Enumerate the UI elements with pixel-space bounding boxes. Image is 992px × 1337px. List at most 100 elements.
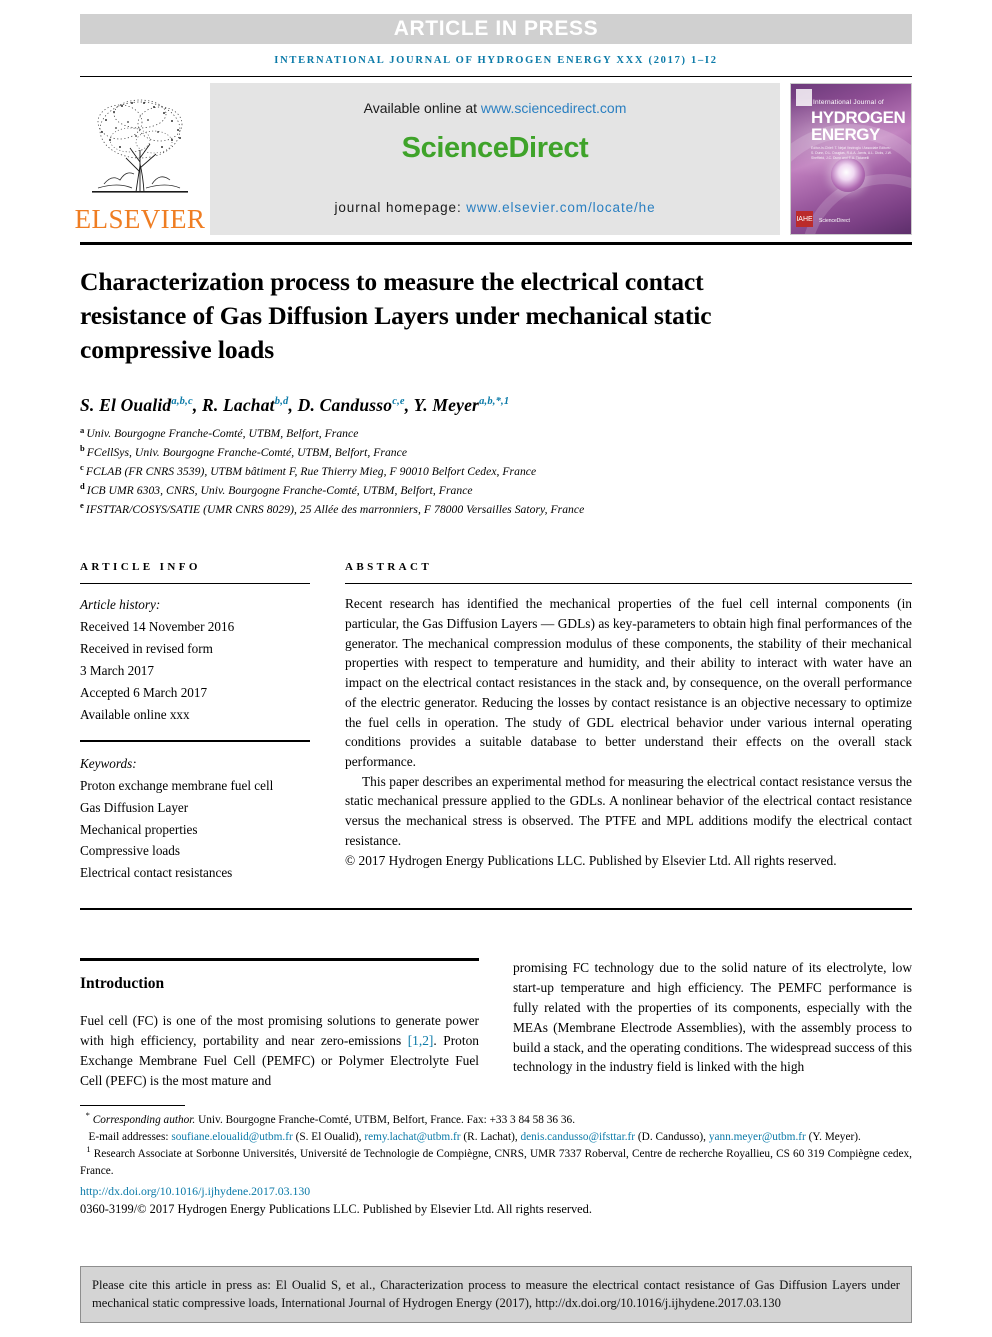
email-owner: (S. El Oualid), [292,1131,365,1144]
affiliation-item: e IFSTTAR/COSYS/SATIE (UMR CNRS 8029), 25… [80,500,912,520]
masthead-bottom-rule [80,242,912,245]
masthead: ELSEVIER Available online at www.science… [75,83,912,235]
email-link[interactable]: denis.candusso@ifsttar.fr [521,1131,636,1143]
author-affil-marks: a,b,c [171,396,193,408]
author-separator: , [288,395,298,416]
sciencedirect-url-link[interactable]: www.sciencedirect.com [481,100,627,116]
affiliation-text: FCellSys, Univ. Bourgogne Franche-Comté,… [86,446,408,460]
article-in-press-label: ARTICLE IN PRESS [393,17,599,40]
footnote-block: * Corresponding author. Univ. Bourgogne … [80,1105,912,1217]
author-separator: , [192,395,202,416]
author-separator: , [404,395,414,416]
affiliation-mark: d [80,480,85,491]
corresponding-author-text: Univ. Bourgogne Franche-Comté, UTBM, Bel… [195,1114,576,1127]
affiliation-item: c FCLAB (FR CNRS 3539), UTBM bâtiment F, … [80,463,912,482]
cover-title-hydrogen: HYDROGEN [811,108,906,127]
email-addresses-label: E-mail addresses: [88,1131,172,1144]
keyword-item: Electrical contact resistances [80,865,233,881]
affiliation-item: d ICB UMR 6303, CNRS, Univ. Bourgogne Fra… [80,482,912,501]
keyword-item: Mechanical properties [80,821,198,837]
author-name: D. Candusso [297,395,393,416]
article-info-heading: ARTICLE INFO [80,561,201,574]
cover-journal-prefix: International Journal of [813,99,884,106]
article-history-item: Available online xxx [80,706,190,722]
elsevier-logo: ELSEVIER [75,83,205,235]
author-affil-marks: c,e [392,396,405,408]
elsevier-wordmark: ELSEVIER [74,204,206,234]
email-link[interactable]: yann.meyer@utbm.fr [709,1131,806,1143]
author-name: Y. Meyer [413,395,480,416]
article-info-rule [80,583,310,585]
page-title: Characterization process to measure the … [80,267,712,365]
affiliation-text: Univ. Bourgogne Franche-Comté, UTBM, Bel… [86,427,359,441]
keyword-item: Gas Diffusion Layer [80,799,189,815]
keywords-label: Keywords: [80,755,137,771]
sciencedirect-box: Available online at www.sciencedirect.co… [210,83,780,235]
article-in-press-banner: ARTICLE IN PRESS [80,14,912,44]
body-columns: Introduction Fuel cell (FC) is one of th… [80,958,912,1090]
affiliation-text: ICB UMR 6303, CNRS, Univ. Bourgogne Fran… [86,483,473,497]
abstract-body: Recent research has identified the mecha… [345,594,912,870]
body-right-column: promising FC technology due to the solid… [513,958,912,1077]
journal-homepage-line: journal homepage: www.elsevier.com/locat… [334,200,655,215]
affiliation-item: b FCellSys, Univ. Bourgogne Franche-Comté… [80,444,912,463]
journal-homepage-label: journal homepage: [334,200,467,215]
introduction-rule [80,958,479,962]
email-link[interactable]: soufiane.eloualid@utbm.fr [171,1131,292,1143]
keyword-item: Compressive loads [80,843,180,859]
body-left-column: Introduction Fuel cell (FC) is one of th… [80,958,479,1090]
keywords-rule [80,739,310,742]
corresponding-author-mark: * [85,1110,90,1121]
email-owner: (R. Lachat), [460,1131,521,1144]
introduction-paragraph: Fuel cell (FC) is one of the most promis… [80,1011,479,1090]
journal-running-head: INTERNATIONAL JOURNAL OF HYDROGEN ENERGY… [274,55,718,66]
research-associate-text: Research Associate at Sorbonne Universit… [80,1148,913,1178]
elsevier-tree-icon [92,99,188,193]
citation-text: Please cite this article in press as: El… [92,1277,900,1310]
email-owner: (D. Candusso), [635,1131,709,1144]
cover-orb-icon [831,158,865,192]
affiliation-text: FCLAB (FR CNRS 3539), UTBM bâtiment F, R… [85,465,537,479]
corresponding-author-label: Corresponding author. [92,1114,196,1127]
journal-homepage-link[interactable]: www.elsevier.com/locate/he [466,200,655,215]
doi-link[interactable]: http://dx.doi.org/10.1016/j.ijhydene.201… [80,1184,912,1199]
sciencedirect-wordmark: ScienceDirect [401,132,589,164]
citation-reference-link[interactable]: [1,2] [408,1033,434,1048]
affiliation-list: a Univ. Bourgogne Franche-Comté, UTBM, Be… [80,425,912,519]
article-history-item: Received in revised form [80,641,213,657]
abstract-bottom-rule [80,908,912,911]
keyword-item: Proton exchange membrane fuel cell [80,777,274,793]
author-affil-marks: b,d [274,396,289,408]
cover-title-energy: ENERGY [811,125,880,144]
issn-copyright-line: 0360-3199/© 2017 Hydrogen Energy Publica… [80,1202,592,1216]
affiliation-text: IFSTTAR/COSYS/SATIE (UMR CNRS 8029), 25 … [85,502,585,516]
masthead-top-rule [80,76,912,77]
abstract-paragraph: This paper describes an experimental met… [345,773,912,848]
author-affil-marks: a,b,*,1 [479,396,510,408]
cover-sciencedirect-mark: ScienceDirect [819,218,850,224]
email-addresses-note: E-mail addresses: soufiane.eloualid@utbm… [80,1129,912,1146]
author-name: S. El Oualid [80,395,172,416]
introduction-paragraph-continued: promising FC technology due to the solid… [513,960,912,1075]
abstract-copyright: © 2017 Hydrogen Energy Publications LLC.… [345,852,837,868]
email-owner: (Y. Meyer). [805,1131,861,1144]
available-online-label: Available online at [363,100,481,116]
available-online-line: Available online at www.sciencedirect.co… [364,100,627,116]
abstract-paragraph: Recent research has identified the mecha… [345,596,912,769]
abstract-rule [345,583,912,585]
affiliation-mark: b [80,443,85,454]
cover-iahe-badge-icon: IAHE [796,211,813,227]
author-list: S. El Oualida,b,c, R. Lachatb,d, D. Cand… [80,395,912,416]
abstract-column: ABSTRACT Recent research has identified … [345,561,912,870]
cover-top-badge-icon [796,89,812,106]
article-history-item: Accepted 6 March 2017 [80,685,208,700]
journal-cover-image: International Journal of HYDROGEN ENERGY… [790,83,912,235]
email-link[interactable]: remy.lachat@utbm.fr [364,1131,460,1143]
article-first-page: ARTICLE IN PRESS INTERNATIONAL JOURNAL O… [0,14,992,1337]
research-associate-note: 1 Research Associate at Sorbonne Univers… [80,1145,913,1180]
affiliation-item: a Univ. Bourgogne Franche-Comté, UTBM, Be… [80,425,912,444]
info-abstract-row: ARTICLE INFO Article history: Received 1… [80,561,912,884]
introduction-heading: Introduction [80,975,165,993]
author-name: R. Lachat [201,395,275,416]
cover-editors-text: Editor-in-Chief: T. Nejat Veziroglu / As… [811,146,892,161]
